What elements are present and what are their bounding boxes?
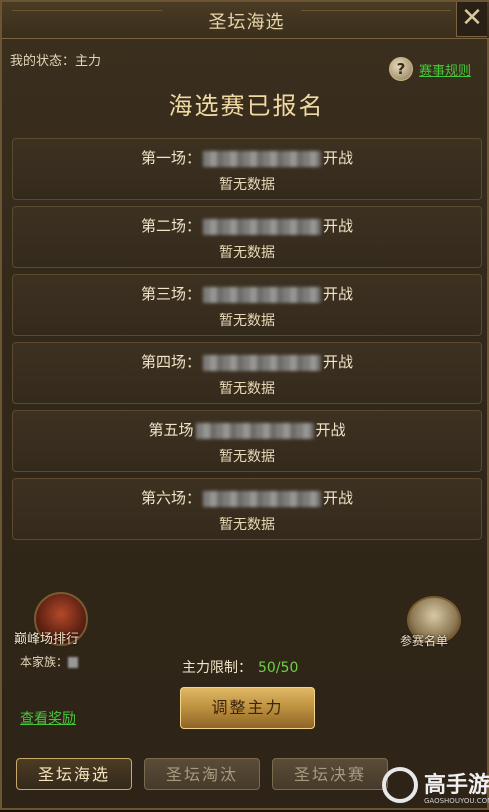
participants-label[interactable]: 参赛名单 xyxy=(400,632,448,649)
match-row: 第二场： 开战 暂无数据 xyxy=(12,206,482,268)
view-rewards-link[interactable]: 查看奖励 xyxy=(20,708,76,728)
registration-status-title: 海选赛已报名 xyxy=(168,92,325,120)
tab-elimination[interactable]: 圣坛淘汰 xyxy=(144,758,260,790)
watermark-site: GAOSHOUYOU.COM xyxy=(424,797,489,805)
match-row: 第五场 开战 暂无数据 xyxy=(12,410,482,472)
redacted-time xyxy=(203,490,321,507)
status-label: 我的状态： xyxy=(10,54,76,69)
match-label: 第六场： xyxy=(140,489,201,507)
match-suffix: 开战 xyxy=(323,353,354,371)
match-suffix: 开战 xyxy=(323,489,354,507)
main-limit: 主力限制： 50/50 xyxy=(182,657,298,677)
match-row: 第四场： 开战 暂无数据 xyxy=(12,342,482,404)
redacted-time xyxy=(195,422,314,439)
redacted-time xyxy=(203,286,321,303)
match-suffix: 开战 xyxy=(315,421,346,439)
match-data: 暂无数据 xyxy=(219,245,275,261)
limit-label: 主力限制： xyxy=(182,660,252,676)
rules-link[interactable]: 赛事规则 xyxy=(419,60,471,79)
family-label: 本家族： xyxy=(20,655,69,669)
match-row: 第三场： 开战 暂无数据 xyxy=(12,274,482,336)
adjust-main-button[interactable]: 调整主力 xyxy=(180,687,315,729)
match-data: 暂无数据 xyxy=(219,449,275,465)
title-bar: 圣坛海选 xyxy=(2,2,489,39)
window-title: 圣坛海选 xyxy=(208,12,285,33)
match-data: 暂无数据 xyxy=(219,313,275,329)
redacted-family-name xyxy=(68,657,79,668)
tab-bar: 圣坛海选 圣坛淘汰 圣坛决赛 xyxy=(16,758,396,792)
limit-value: 50/50 xyxy=(258,660,299,676)
status-value: 主力 xyxy=(75,54,102,69)
match-data: 暂无数据 xyxy=(219,517,275,533)
match-row: 第六场： 开战 暂无数据 xyxy=(12,478,482,540)
match-suffix: 开战 xyxy=(323,217,354,235)
close-button[interactable]: ✕ xyxy=(456,2,487,37)
match-label: 第一场： xyxy=(140,149,201,167)
match-label: 第三场： xyxy=(140,285,201,303)
tab-selection[interactable]: 圣坛海选 xyxy=(16,758,132,790)
match-label: 第二场： xyxy=(140,217,201,235)
redacted-time xyxy=(203,218,321,235)
family-info: 本家族： xyxy=(20,653,79,670)
match-row: 第一场： 开战 暂无数据 xyxy=(12,138,482,200)
redacted-time xyxy=(203,354,321,371)
dialog-panel: 圣坛海选 ✕ 我的状态：主力 ? 赛事规则 海选赛已报名 第一场： 开战 暂无数据… xyxy=(0,0,489,810)
watermark: 高手游 GAOSHOUYOU.COM xyxy=(382,767,489,812)
close-icon: ✕ xyxy=(461,3,483,33)
watermark-logo-icon xyxy=(382,767,418,803)
match-suffix: 开战 xyxy=(323,285,354,303)
help-icon[interactable]: ? xyxy=(389,57,413,81)
match-data: 暂无数据 xyxy=(219,177,275,193)
match-data: 暂无数据 xyxy=(219,381,275,397)
watermark-brand: 高手游 xyxy=(424,773,489,798)
ranking-label[interactable]: 巅峰场排行 xyxy=(14,628,79,647)
my-status: 我的状态：主力 xyxy=(10,50,101,69)
match-label: 第五场 xyxy=(148,421,194,439)
tab-final[interactable]: 圣坛决赛 xyxy=(272,758,388,790)
match-list: 第一场： 开战 暂无数据 第二场： 开战 暂无数据 第三场： 开战 暂无数据 第四场：… xyxy=(12,138,482,546)
match-suffix: 开战 xyxy=(323,149,354,167)
redacted-time xyxy=(203,150,321,167)
match-label: 第四场： xyxy=(140,353,201,371)
